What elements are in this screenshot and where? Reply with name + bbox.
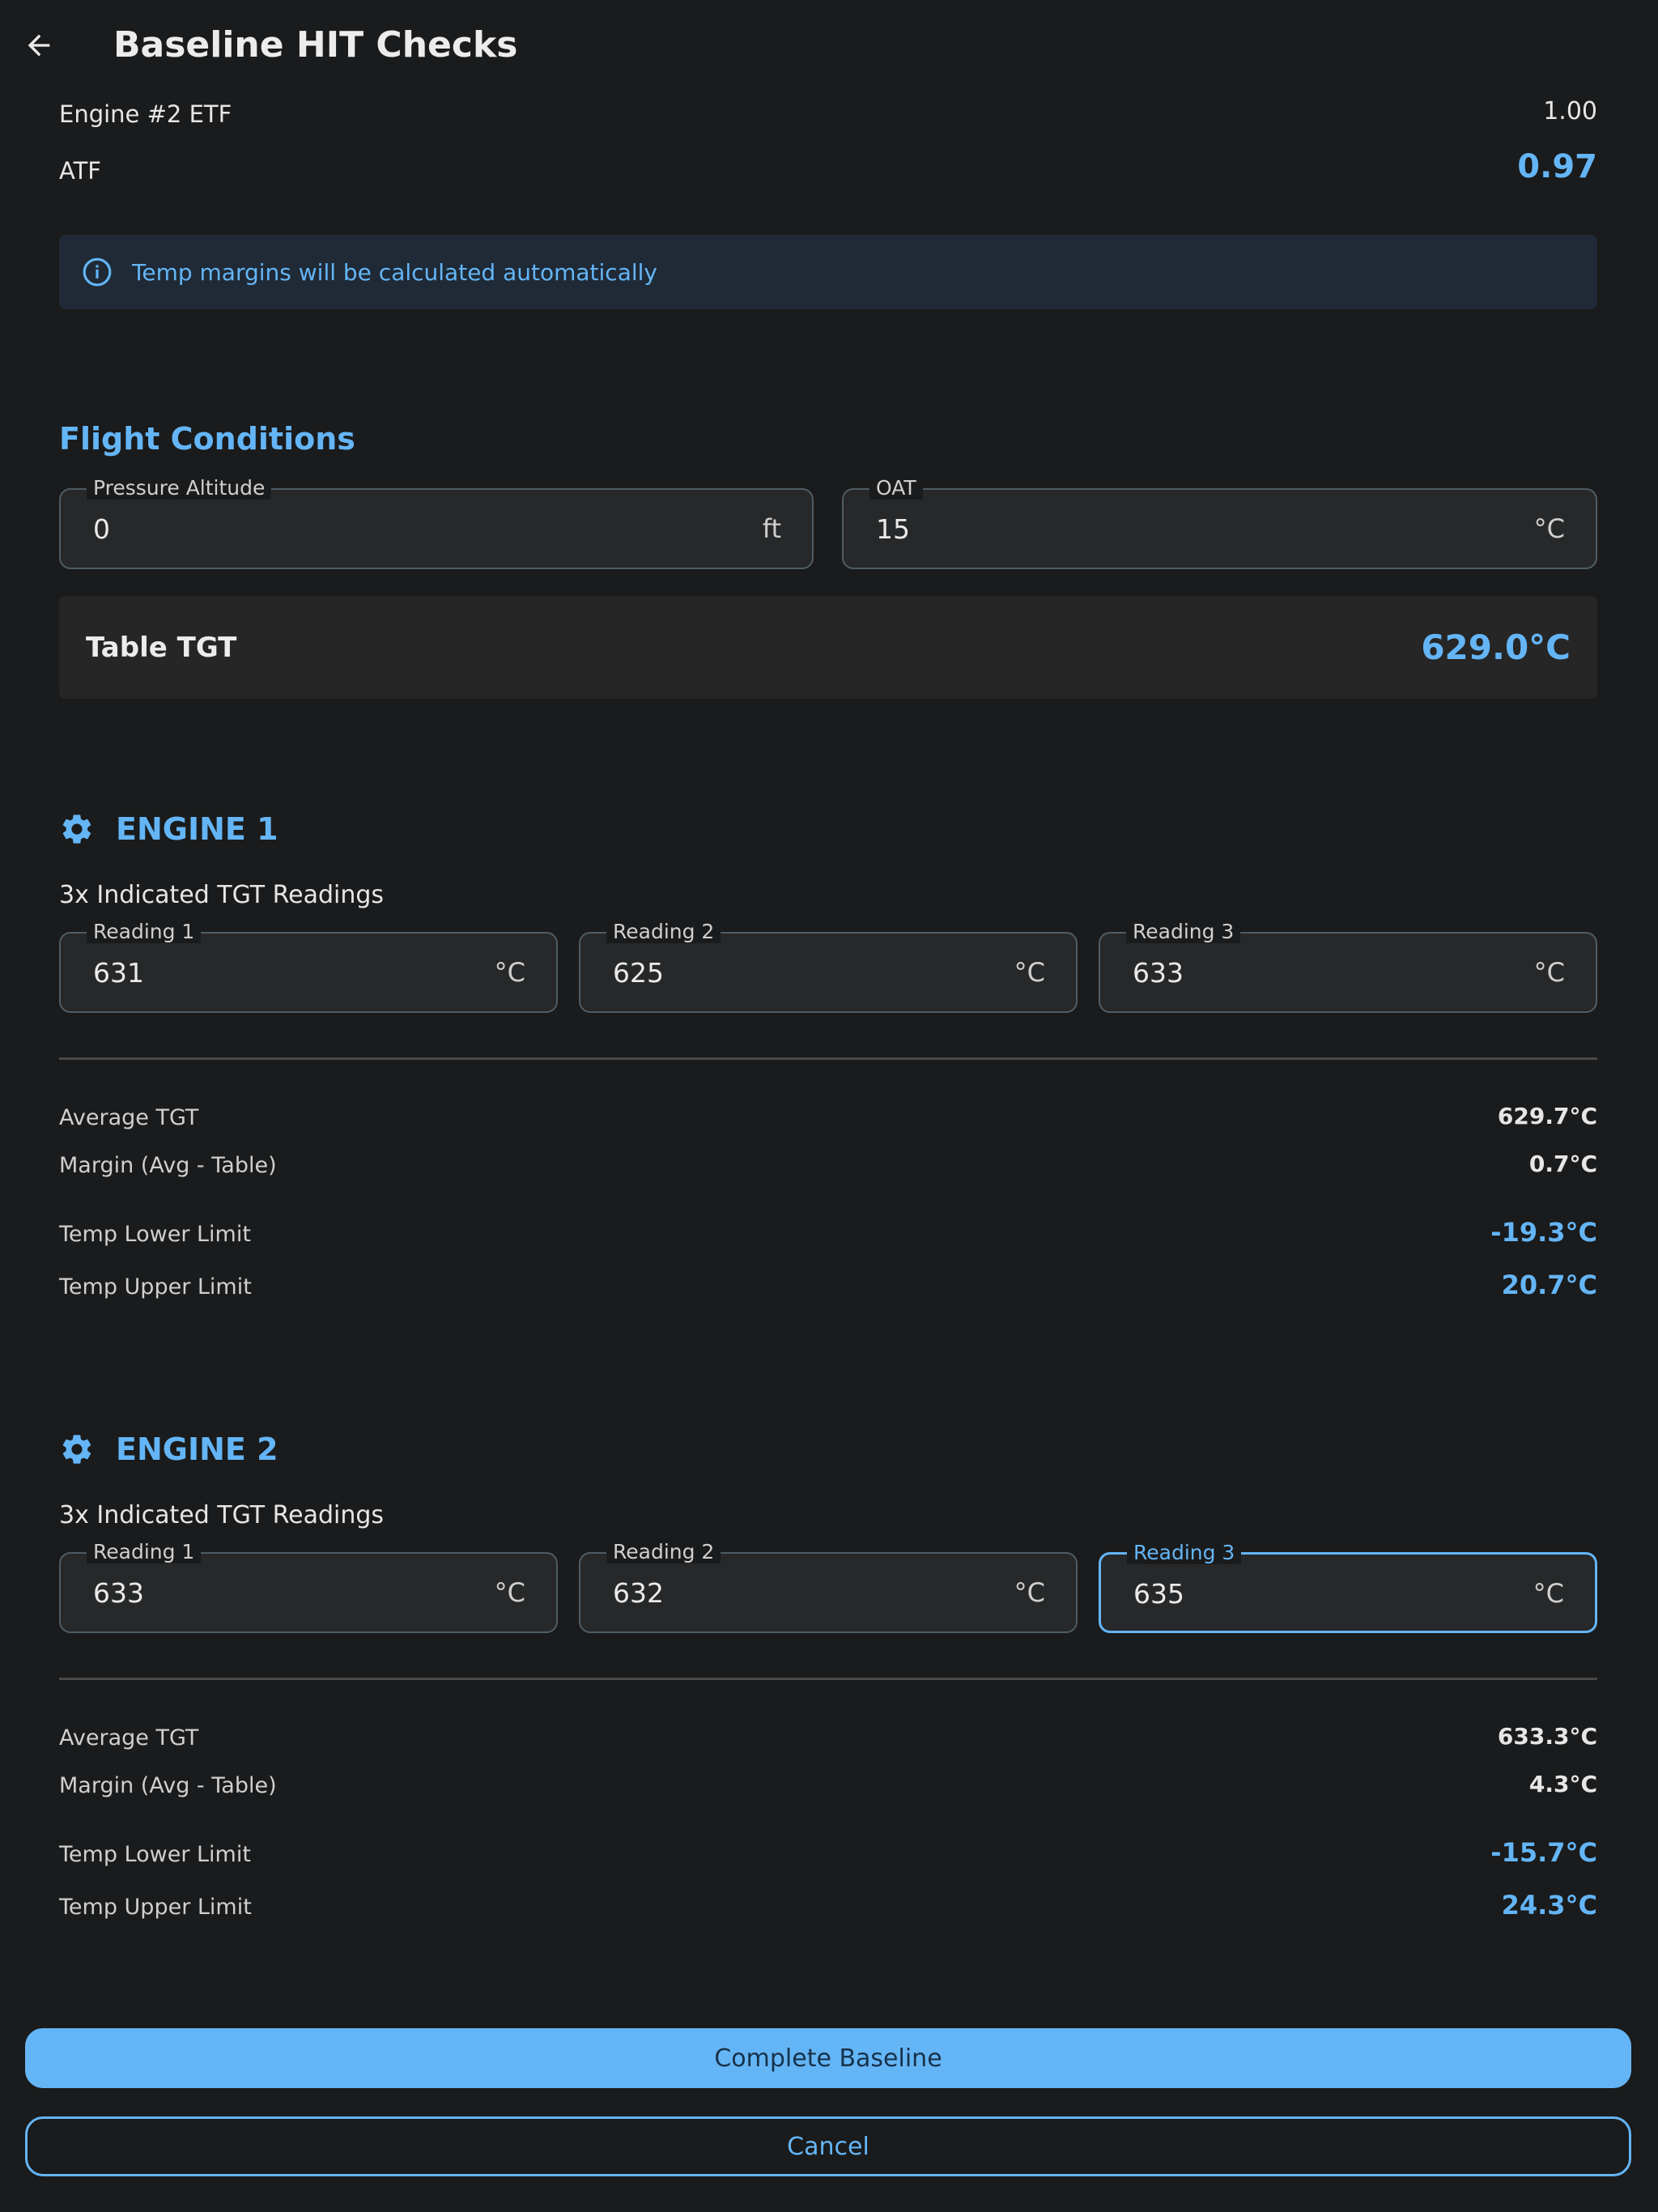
reading-unit: °C — [494, 957, 525, 988]
engine-2-readings-label: 3x Indicated TGT Readings — [59, 1501, 385, 1529]
engine-1-readings-label: 3x Indicated TGT Readings — [59, 881, 385, 909]
complete-baseline-button[interactable]: Complete Baseline — [25, 2028, 1631, 2088]
table-tgt-value: 629.0°C — [1421, 627, 1571, 667]
engine-2-lower-limit-label: Temp Lower Limit — [59, 1842, 251, 1867]
atf-label: ATF — [59, 157, 101, 185]
reading-unit: °C — [1533, 957, 1565, 988]
reading-unit: °C — [1014, 1577, 1045, 1608]
table-tgt-card: Table TGT 629.0°C — [59, 596, 1597, 699]
reading-value[interactable]: 632 — [613, 1554, 664, 1631]
engine-1-lower-limit-label: Temp Lower Limit — [59, 1222, 251, 1247]
pressure-altitude-field[interactable]: Pressure Altitude 0 ft — [59, 477, 814, 569]
gear-icon — [59, 811, 95, 847]
reading-value[interactable]: 625 — [613, 934, 664, 1011]
engine-2-title: ENGINE 2 — [116, 1431, 278, 1467]
page-title: Baseline HIT Checks — [113, 24, 518, 66]
reading-value[interactable]: 631 — [93, 934, 144, 1011]
engine-1-upper-limit-label: Temp Upper Limit — [59, 1274, 252, 1300]
engine-2-reading-1-field[interactable]: Reading 1 633 °C — [59, 1541, 558, 1633]
engine-1-title: ENGINE 1 — [116, 811, 278, 847]
engine-2-etf-value: 1.00 — [1543, 97, 1597, 125]
reading-unit: °C — [494, 1577, 525, 1608]
engine-2-lower-limit-value: -15.7°C — [1490, 1837, 1597, 1868]
engine-2-reading-2-field[interactable]: Reading 2 632 °C — [579, 1541, 1078, 1633]
engine-1-average-label: Average TGT — [59, 1105, 199, 1130]
gear-icon — [59, 1431, 95, 1467]
pressure-altitude-label: Pressure Altitude — [87, 477, 272, 500]
engine-1-reading-3-field[interactable]: Reading 3 633 °C — [1099, 921, 1597, 1013]
info-text: Temp margins will be calculated automati… — [132, 258, 657, 286]
engine-2-average-label: Average TGT — [59, 1725, 199, 1750]
engine-2-etf-label: Engine #2 ETF — [59, 100, 232, 128]
engine-1-lower-limit-value: -19.3°C — [1490, 1217, 1597, 1248]
oat-unit: °C — [1533, 513, 1565, 544]
pressure-altitude-value[interactable]: 0 — [93, 490, 110, 568]
back-arrow-icon[interactable] — [18, 24, 60, 66]
reading-unit: °C — [1533, 1578, 1564, 1609]
cancel-button[interactable]: Cancel — [25, 2116, 1631, 2176]
atf-value: 0.97 — [1517, 148, 1597, 185]
reading-unit: °C — [1014, 957, 1045, 988]
reading-value[interactable]: 635 — [1133, 1555, 1184, 1632]
engine-1-reading-2-field[interactable]: Reading 2 625 °C — [579, 921, 1078, 1013]
pressure-altitude-unit: ft — [762, 513, 781, 544]
reading-value[interactable]: 633 — [93, 1554, 144, 1631]
table-tgt-label: Table TGT — [86, 631, 237, 664]
engine-2-average-value: 633.3°C — [1497, 1723, 1597, 1750]
engine-2-margin-label: Margin (Avg - Table) — [59, 1773, 277, 1798]
engine-2-reading-3-field[interactable]: Reading 3 635 °C — [1099, 1542, 1597, 1633]
engine-2-upper-limit-label: Temp Upper Limit — [59, 1895, 252, 1920]
engine-2-divider — [59, 1678, 1597, 1680]
engine-2-header: ENGINE 2 — [59, 1429, 278, 1470]
engine-1-average-value: 629.7°C — [1497, 1103, 1597, 1129]
engine-1-reading-1-field[interactable]: Reading 1 631 °C — [59, 921, 558, 1013]
oat-field[interactable]: OAT 15 °C — [842, 477, 1597, 569]
reading-value[interactable]: 633 — [1133, 934, 1184, 1011]
engine-1-margin-value: 0.7°C — [1528, 1151, 1597, 1177]
oat-value[interactable]: 15 — [876, 490, 910, 568]
info-circle-icon — [82, 257, 113, 287]
info-banner: Temp margins will be calculated automati… — [59, 235, 1597, 309]
engine-1-divider — [59, 1057, 1597, 1060]
engine-1-upper-limit-value: 20.7°C — [1501, 1270, 1597, 1300]
engine-2-margin-value: 4.3°C — [1528, 1771, 1597, 1797]
flight-conditions-title: Flight Conditions — [59, 421, 355, 457]
engine-1-margin-label: Margin (Avg - Table) — [59, 1153, 277, 1178]
engine-2-upper-limit-value: 24.3°C — [1501, 1890, 1597, 1921]
engine-1-header: ENGINE 1 — [59, 809, 278, 849]
